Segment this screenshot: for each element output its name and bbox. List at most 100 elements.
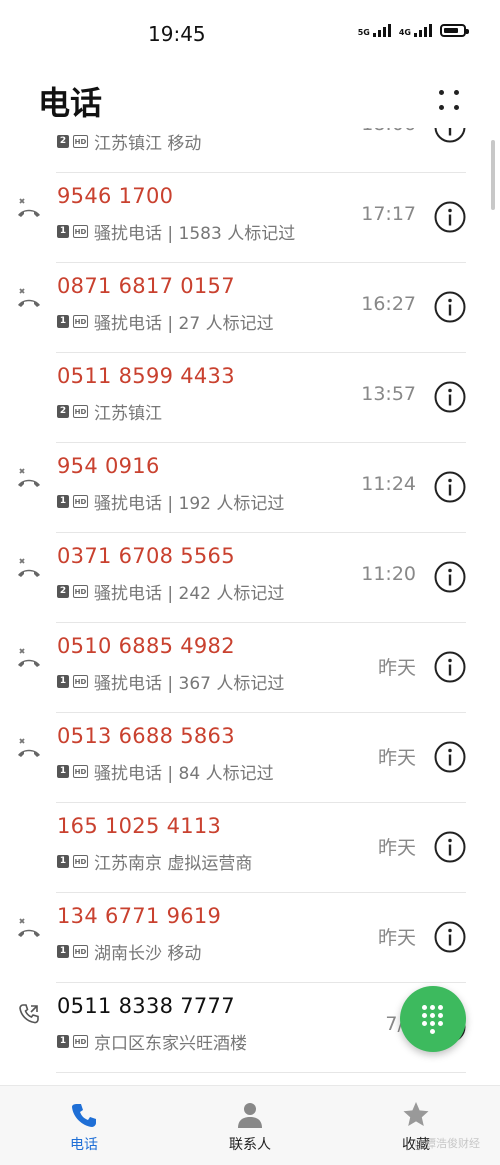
dialpad-button[interactable] — [400, 986, 466, 1052]
star-icon — [403, 1102, 429, 1126]
call-detail: 江苏镇江 — [94, 404, 162, 424]
sim2-signal-icon: 4G — [399, 24, 432, 37]
more-options-icon[interactable] — [437, 88, 461, 112]
status-time: 19:45 — [148, 22, 206, 46]
call-number: 0511 8338 7777 — [57, 994, 235, 1018]
call-detail: 京口区东家兴旺酒楼 — [94, 1034, 247, 1054]
call-detail-line: 2 HD 江苏镇江 — [57, 399, 162, 424]
status-icons: 5G 4G — [358, 24, 469, 37]
page-title: 电话 — [38, 84, 103, 122]
nav-label: 电话 — [70, 1137, 98, 1153]
scrollbar[interactable] — [491, 140, 495, 210]
info-icon[interactable] — [433, 200, 467, 234]
call-number: 9546 1700 — [57, 184, 174, 208]
outgoing-call-icon — [19, 1004, 39, 1024]
hd-badge: HD — [73, 765, 88, 778]
call-log-row[interactable]: 0371 6708 5565 2 HD 骚扰电话 | 242 人标记过 11:20 — [0, 533, 500, 623]
nav-tab-contacts[interactable]: 联系人 — [190, 1086, 310, 1165]
bottom-nav: 电话 联系人 收藏 — [0, 1085, 500, 1165]
call-log-row[interactable]: 954 0916 1 HD 骚扰电话 | 192 人标记过 11:24 — [0, 443, 500, 533]
hd-badge: HD — [73, 225, 88, 238]
sim-badge: 1 — [57, 315, 69, 328]
call-time: 昨天 — [377, 837, 416, 859]
nav-label: 联系人 — [229, 1137, 271, 1153]
missed-call-icon — [18, 738, 40, 757]
call-number: 165 1025 4113 — [57, 814, 222, 838]
call-detail-line: 1 HD 骚扰电话 | 192 人标记过 — [57, 489, 284, 514]
sim-badge: 1 — [57, 855, 69, 868]
hd-badge: HD — [73, 855, 88, 868]
missed-call-icon — [18, 558, 40, 577]
call-number: 0511 8599 4433 — [57, 364, 235, 388]
missed-call-icon — [18, 468, 40, 487]
call-time: 昨天 — [377, 927, 416, 949]
call-number: 134 6771 9619 — [57, 904, 222, 928]
hd-badge: HD — [73, 585, 88, 598]
call-log-row[interactable]: 0511 8599 4433 2 HD 江苏镇江 13:57 — [0, 353, 500, 443]
hd-badge: HD — [73, 135, 88, 148]
status-bar: 19:45 5G 4G — [0, 0, 500, 70]
call-log-row[interactable]: 0871 6817 0157 1 HD 骚扰电话 | 27 人标记过 16:27 — [0, 263, 500, 353]
call-detail-line: 2 HD 骚扰电话 | 242 人标记过 — [57, 579, 284, 604]
info-icon[interactable] — [433, 830, 467, 864]
info-icon[interactable] — [433, 290, 467, 324]
call-detail-line: 1 HD 京口区东家兴旺酒楼 — [57, 1029, 247, 1054]
call-detail: 骚扰电话 | 192 人标记过 — [94, 494, 285, 514]
call-time: 18:06 — [361, 128, 416, 135]
call-detail-line: 1 HD 骚扰电话 | 1583 人标记过 — [57, 219, 295, 244]
call-log-list[interactable]: 2 HD 江苏镇江 移动 18:06 9546 1700 1 HD 骚扰电话 | 1583 人… — [0, 128, 500, 1085]
sim-badge: 1 — [57, 675, 69, 688]
battery-icon — [440, 24, 469, 37]
info-icon[interactable] — [433, 128, 467, 144]
call-log-row[interactable]: 165 1025 4113 1 HD 江苏南京 虚拟运营商 昨天 — [0, 803, 500, 893]
call-time: 13:57 — [361, 383, 416, 405]
missed-call-icon — [18, 288, 40, 307]
hd-badge: HD — [73, 675, 88, 688]
hd-badge: HD — [73, 945, 88, 958]
call-log-row[interactable]: 0510 6885 4982 1 HD 骚扰电话 | 367 人标记过 昨天 — [0, 623, 500, 713]
call-time: 17:17 — [361, 203, 416, 225]
call-log-row[interactable]: 9546 1700 1 HD 骚扰电话 | 1583 人标记过 17:17 — [0, 173, 500, 263]
call-time: 11:20 — [361, 563, 416, 585]
sim1-signal-icon: 5G — [358, 24, 391, 37]
nav-tab-phone[interactable]: 电话 — [24, 1086, 144, 1165]
call-log-row[interactable]: 134 6771 9619 1 HD 湖南长沙 移动 昨天 — [0, 893, 500, 983]
call-log-row[interactable]: 2 HD 江苏镇江 移动 18:06 — [0, 128, 500, 173]
call-detail: 湖南长沙 移动 — [94, 944, 202, 964]
call-time: 昨天 — [377, 747, 416, 769]
hd-badge: HD — [73, 315, 88, 328]
sim-badge: 2 — [57, 135, 69, 148]
call-detail-line: 1 HD 骚扰电话 | 367 人标记过 — [57, 669, 284, 694]
sim-badge: 1 — [57, 945, 69, 958]
sim-badge: 2 — [57, 405, 69, 418]
missed-call-icon — [18, 918, 40, 937]
call-number: 954 0916 — [57, 454, 160, 478]
phone-icon — [72, 1104, 96, 1127]
info-icon[interactable] — [433, 920, 467, 954]
call-detail-line: 1 HD 骚扰电话 | 84 人标记过 — [57, 759, 274, 784]
info-icon[interactable] — [433, 470, 467, 504]
hd-badge: HD — [73, 495, 88, 508]
dialpad-icon — [422, 1005, 444, 1034]
info-icon[interactable] — [433, 380, 467, 414]
info-icon[interactable] — [433, 650, 467, 684]
call-detail: 骚扰电话 | 242 人标记过 — [94, 584, 285, 604]
call-detail: 江苏南京 虚拟运营商 — [94, 854, 253, 874]
call-detail-line: 1 HD 江苏南京 虚拟运营商 — [57, 849, 252, 874]
call-detail-line: 2 HD 江苏镇江 移动 — [57, 129, 201, 154]
nav-tab-favorites[interactable]: 收藏 — [356, 1086, 476, 1165]
sim-badge: 1 — [57, 495, 69, 508]
call-detail-line: 1 HD 湖南长沙 移动 — [57, 939, 201, 964]
info-icon[interactable] — [433, 740, 467, 774]
call-log-row[interactable]: 0513 6688 5863 1 HD 骚扰电话 | 84 人标记过 昨天 — [0, 713, 500, 803]
call-detail: 江苏镇江 移动 — [94, 134, 202, 154]
row-divider — [56, 1072, 466, 1073]
call-detail: 骚扰电话 | 27 人标记过 — [94, 314, 274, 334]
watermark: @谭浩俊财经 — [414, 1137, 480, 1150]
sim-badge: 1 — [57, 1035, 69, 1048]
contacts-icon — [238, 1103, 262, 1128]
sim-badge: 1 — [57, 225, 69, 238]
sim-badge: 1 — [57, 765, 69, 778]
info-icon[interactable] — [433, 560, 467, 594]
call-time: 11:24 — [361, 473, 416, 495]
